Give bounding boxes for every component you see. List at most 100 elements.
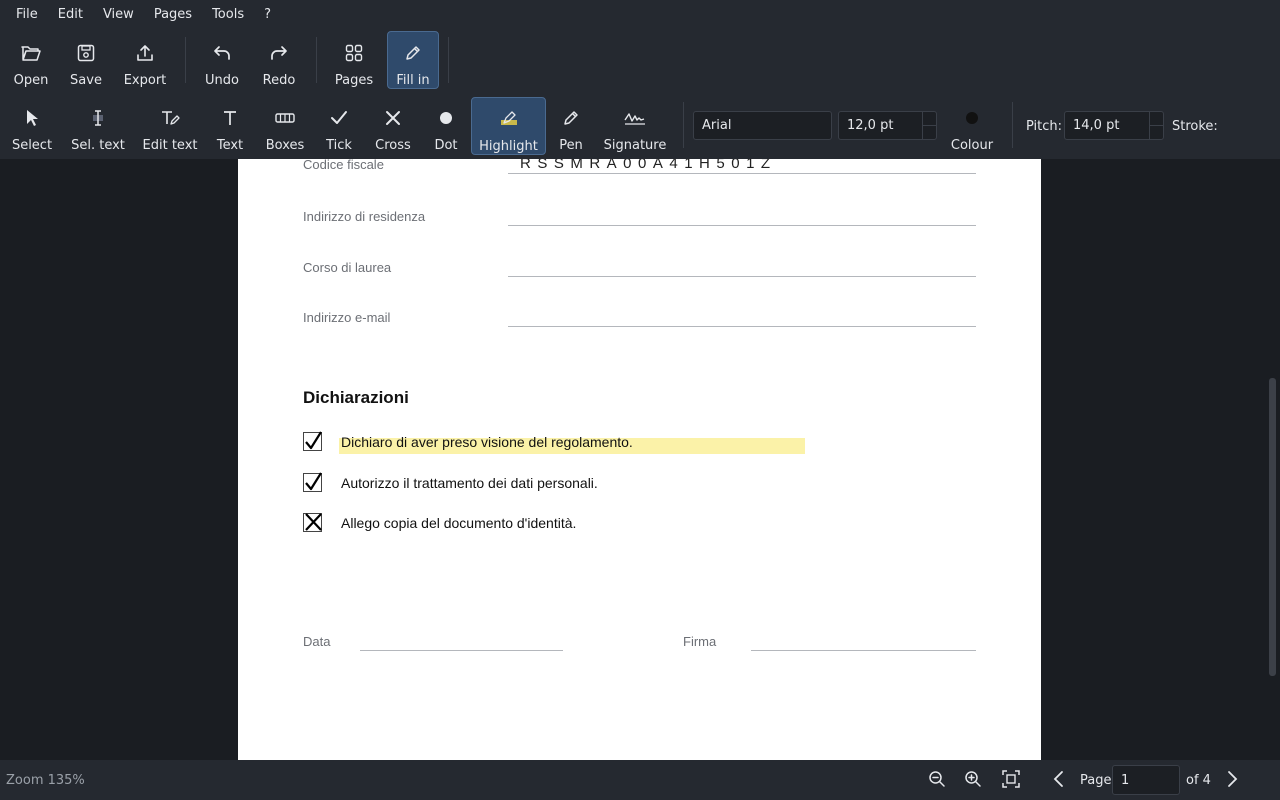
folder-open-icon xyxy=(21,41,41,65)
main-toolbar: Open Save Export Undo Redo Pages Fill in xyxy=(0,29,1280,92)
dot-tool-button[interactable]: Dot xyxy=(426,97,466,153)
font-size-value: 12,0 pt xyxy=(847,118,894,133)
signature-tool-button[interactable]: Signature xyxy=(600,97,670,153)
checkbox-dati-personali[interactable] xyxy=(303,472,322,492)
edit-text-tool-button[interactable]: Edit text xyxy=(140,97,200,153)
tick-tool-button[interactable]: Tick xyxy=(319,97,359,153)
pen-icon xyxy=(563,106,579,130)
export-label: Export xyxy=(123,73,167,88)
text-t-icon xyxy=(222,106,238,130)
fit-page-icon[interactable] xyxy=(1002,770,1020,792)
cross-tool-button[interactable]: Cross xyxy=(371,97,415,153)
field-label: Indirizzo di residenza xyxy=(303,209,426,224)
field-line-residenza[interactable] xyxy=(508,225,976,226)
font-family-value: Arial xyxy=(702,118,732,133)
menu-tools[interactable]: Tools xyxy=(202,0,254,29)
toolbar-separator xyxy=(448,37,449,83)
toolbar-separator xyxy=(316,37,317,83)
save-icon xyxy=(77,41,95,65)
signature-line[interactable] xyxy=(751,650,976,651)
open-button[interactable]: Open xyxy=(6,32,56,88)
document-canvas[interactable]: Codice fiscale RSSMRA00A41H501Z Indirizz… xyxy=(0,159,1280,760)
signature-field-label: Firma xyxy=(683,634,717,649)
toolbar-separator xyxy=(185,37,186,83)
edit-text-icon xyxy=(160,106,180,130)
checkbox-documento[interactable] xyxy=(303,513,322,532)
zoom-out-icon[interactable] xyxy=(928,770,946,792)
declaration-text: Autorizzo il trattamento dei dati person… xyxy=(341,475,598,491)
field-label: Corso di laurea xyxy=(303,260,392,275)
font-size-spinbox[interactable]: 12,0 pt xyxy=(838,111,937,140)
select-tool-button[interactable]: Select xyxy=(8,97,56,153)
export-button[interactable]: Export xyxy=(118,32,172,88)
fill-in-button[interactable]: Fill in xyxy=(387,31,439,89)
undo-icon xyxy=(213,41,231,65)
field-value-codice-fiscale[interactable]: RSSMRA00A41H501Z xyxy=(520,159,777,172)
zoom-level: Zoom 135% xyxy=(6,773,85,788)
save-label: Save xyxy=(70,73,102,88)
menu-edit[interactable]: Edit xyxy=(48,0,93,29)
status-bar: Zoom 135% Page 1 of 4 xyxy=(0,760,1280,800)
checkmark-icon xyxy=(330,106,348,130)
prev-page-icon[interactable] xyxy=(1052,770,1066,792)
colour-swatch-icon xyxy=(965,106,979,130)
field-line[interactable] xyxy=(508,173,976,174)
pdf-page[interactable]: Codice fiscale RSSMRA00A41H501Z Indirizz… xyxy=(238,159,1041,760)
fill-in-label: Fill in xyxy=(396,73,430,88)
menu-file[interactable]: File xyxy=(6,0,48,29)
declaration-text: Dichiaro di aver preso visione del regol… xyxy=(341,434,633,450)
toolbar-separator xyxy=(1012,102,1013,148)
comb-boxes-icon xyxy=(275,106,295,130)
menu-view[interactable]: View xyxy=(93,0,144,29)
undo-label: Undo xyxy=(205,73,239,88)
field-label: Codice fiscale xyxy=(303,159,384,172)
page-label: Page xyxy=(1080,773,1112,788)
pen-tool-button[interactable]: Pen xyxy=(550,97,592,153)
next-page-icon[interactable] xyxy=(1225,770,1239,792)
checkbox-regolamento[interactable] xyxy=(303,431,322,451)
redo-label: Redo xyxy=(262,73,296,88)
colour-button[interactable]: Colour xyxy=(948,97,996,153)
pages-button[interactable]: Pages xyxy=(330,32,378,88)
boxes-tool-button[interactable]: Boxes xyxy=(262,97,308,153)
cross-label: Cross xyxy=(375,138,411,153)
spin-arrows[interactable] xyxy=(1149,112,1164,139)
page-total: of 4 xyxy=(1186,773,1211,788)
pen-label: Pen xyxy=(559,138,583,153)
highlight-tool-button[interactable]: Highlight xyxy=(471,97,546,155)
colour-label: Colour xyxy=(950,138,994,153)
menu-help[interactable]: ? xyxy=(254,0,281,29)
spin-arrows[interactable] xyxy=(922,112,937,139)
boxes-label: Boxes xyxy=(265,138,305,153)
pitch-label: Pitch: xyxy=(1026,119,1063,134)
dot-label: Dot xyxy=(434,138,458,153)
open-label: Open xyxy=(13,73,49,88)
pages-label: Pages xyxy=(334,73,374,88)
cross-mark-icon xyxy=(305,513,322,531)
grid-icon xyxy=(345,41,363,65)
date-line[interactable] xyxy=(360,650,563,651)
field-line-corso[interactable] xyxy=(508,276,976,277)
toolbar-separator xyxy=(683,102,684,148)
redo-icon xyxy=(270,41,288,65)
zoom-in-icon[interactable] xyxy=(964,770,982,792)
undo-button[interactable]: Undo xyxy=(198,32,246,88)
font-family-select[interactable]: Arial xyxy=(693,111,832,140)
signature-label: Signature xyxy=(603,138,667,153)
highlight-label: Highlight xyxy=(479,139,538,154)
page-number-input[interactable]: 1 xyxy=(1112,765,1180,795)
vertical-scrollbar[interactable] xyxy=(1269,378,1276,676)
signature-icon xyxy=(624,106,646,130)
field-line-email[interactable] xyxy=(508,326,976,327)
page-number-value: 1 xyxy=(1121,772,1130,788)
save-button[interactable]: Save xyxy=(62,32,110,88)
text-tool-button[interactable]: Text xyxy=(210,97,250,153)
menu-pages[interactable]: Pages xyxy=(144,0,202,29)
pencil-icon xyxy=(405,41,421,65)
select-text-tool-button[interactable]: Sel. text xyxy=(70,97,126,153)
date-label: Data xyxy=(303,634,331,649)
redo-button[interactable]: Redo xyxy=(255,32,303,88)
text-cursor-icon xyxy=(90,106,106,130)
tick-mark-icon xyxy=(305,472,322,491)
pitch-spinbox[interactable]: 14,0 pt xyxy=(1064,111,1164,140)
